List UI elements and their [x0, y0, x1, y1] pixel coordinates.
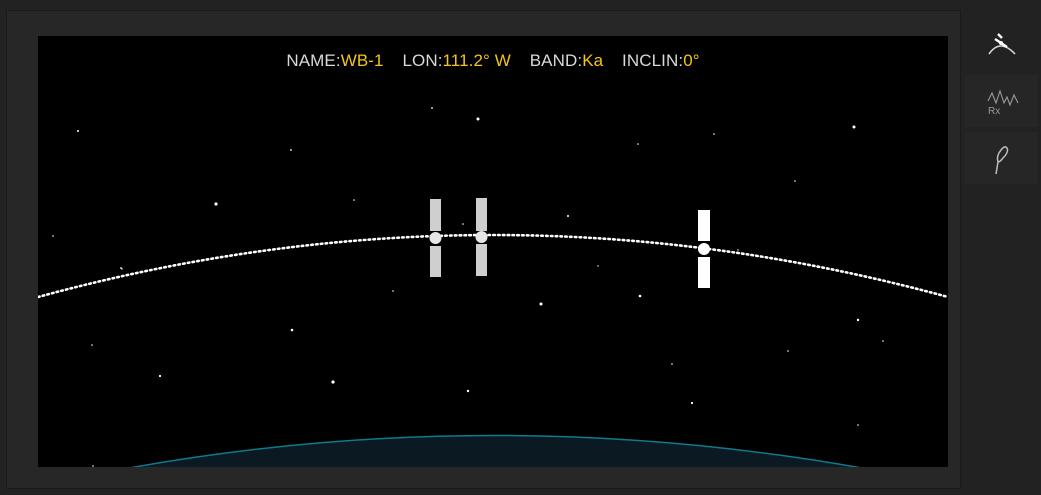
satellite-marker-selected[interactable]	[698, 210, 710, 288]
star	[214, 202, 218, 206]
star	[476, 117, 480, 121]
star	[637, 143, 639, 145]
star	[539, 302, 543, 306]
longitude-label: LON:	[402, 51, 443, 70]
band-value: Ka	[582, 51, 604, 70]
name-field: NAME:WB-1	[286, 51, 383, 70]
satellite-view-button[interactable]	[964, 18, 1038, 70]
satellite-marker[interactable]	[429, 199, 442, 277]
star	[431, 107, 433, 109]
solar-panel-bottom	[430, 246, 441, 277]
rx-signal-button[interactable]: Rx	[964, 75, 1038, 127]
orbit-viewport[interactable]: NAME:WB-1 LON:111.2° W BAND:Ka INCLIN:0°	[38, 36, 948, 467]
star	[857, 424, 859, 426]
star	[353, 199, 355, 201]
star	[567, 215, 569, 217]
inclination-field: INCLIN:0°	[622, 51, 700, 70]
satellite-body	[698, 243, 710, 255]
star	[671, 363, 673, 365]
satellite-body	[475, 231, 488, 243]
inclination-label: INCLIN:	[622, 51, 684, 70]
star	[290, 149, 292, 151]
star	[462, 223, 464, 225]
star	[77, 130, 79, 132]
star	[466, 389, 470, 393]
star	[856, 318, 860, 322]
star	[882, 340, 884, 342]
solar-panel-top	[476, 198, 487, 231]
inclination-value: 0°	[683, 51, 700, 70]
orbit-scene	[38, 107, 948, 467]
star	[787, 350, 789, 352]
band-label: BAND:	[529, 51, 583, 70]
star	[158, 374, 162, 378]
name-value: WB-1	[340, 51, 384, 70]
star	[597, 265, 599, 267]
geo-orbit-arc	[38, 233, 948, 299]
satellite-marker[interactable]	[475, 198, 488, 276]
rx-signal-icon: Rx	[987, 89, 1019, 117]
star	[121, 268, 123, 270]
band-field: BAND:Ka	[530, 51, 603, 70]
probe-icon	[995, 146, 1009, 175]
solar-panel-top	[430, 199, 441, 231]
solar-panel-bottom	[698, 257, 710, 288]
star	[331, 380, 335, 384]
name-label: NAME:	[286, 51, 341, 70]
solar-panel-top	[698, 210, 710, 241]
star	[290, 328, 294, 332]
star	[392, 290, 394, 292]
star	[92, 465, 94, 467]
star	[638, 294, 642, 298]
satellite-info-bar: NAME:WB-1 LON:111.2° W BAND:Ka INCLIN:0°	[38, 51, 948, 71]
satellite-dish-icon	[988, 33, 1016, 55]
rx-label: Rx	[988, 106, 1000, 117]
star	[852, 125, 856, 129]
star	[713, 133, 715, 135]
longitude-value: 111.2° W	[442, 51, 511, 70]
longitude-field: LON:111.2° W	[402, 51, 510, 70]
star	[737, 249, 739, 251]
probe-tool-button[interactable]	[964, 132, 1038, 184]
star	[690, 401, 694, 405]
starfield	[52, 107, 884, 467]
satellite-body	[429, 232, 442, 244]
star	[52, 235, 54, 237]
star	[91, 344, 93, 346]
earth-limb	[130, 434, 861, 467]
solar-panel-bottom	[476, 244, 487, 276]
star	[794, 180, 796, 182]
